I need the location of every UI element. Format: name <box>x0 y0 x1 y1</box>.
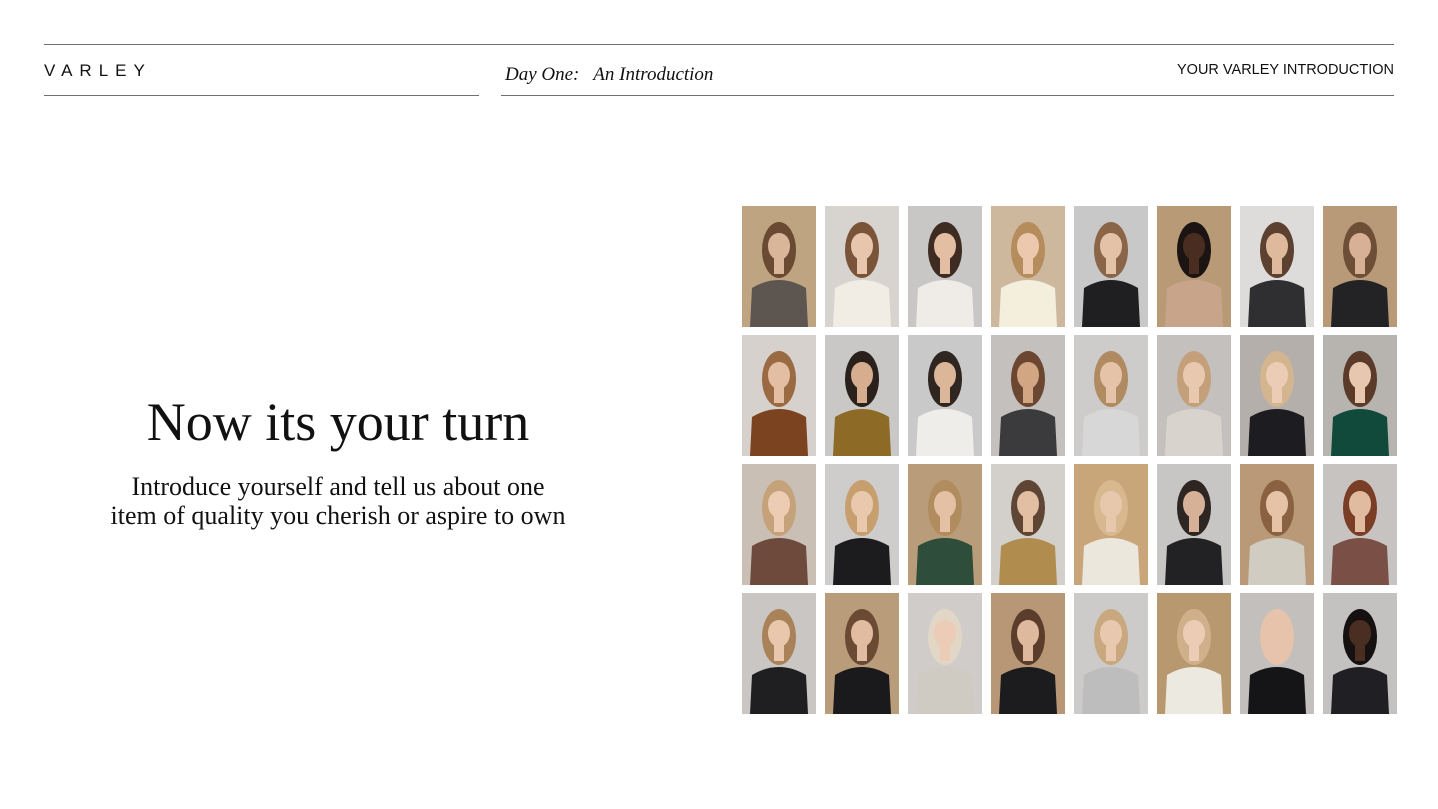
portrait-image <box>1157 206 1231 327</box>
portrait-image <box>1157 464 1231 585</box>
portrait-image <box>908 464 982 585</box>
portrait-image <box>742 335 816 456</box>
header-left-rule <box>44 95 479 96</box>
header-top-rule <box>44 44 1394 45</box>
portrait-image <box>991 593 1065 714</box>
portrait-photo <box>1074 206 1148 327</box>
portrait-photo <box>1323 206 1397 327</box>
portrait-image <box>991 464 1065 585</box>
varley-logo[interactable]: VARLEY <box>44 61 152 81</box>
portrait-image <box>1323 464 1397 585</box>
portrait-photo <box>908 593 982 714</box>
portrait-photo <box>1157 593 1231 714</box>
portrait-image <box>991 206 1065 327</box>
portrait-image <box>1074 464 1148 585</box>
page-subtitle: Day One: An Introduction <box>505 64 714 85</box>
portrait-photo <box>908 206 982 327</box>
portrait-image <box>1240 335 1314 456</box>
portrait-photo <box>825 593 899 714</box>
portrait-photo <box>991 593 1065 714</box>
portrait-image <box>825 464 899 585</box>
portrait-image <box>1074 335 1148 456</box>
portrait-image <box>908 335 982 456</box>
section-tag: YOUR VARLEY INTRODUCTION <box>1177 62 1394 78</box>
team-photo-grid <box>742 206 1397 714</box>
portrait-image <box>1157 335 1231 456</box>
portrait-photo <box>1323 593 1397 714</box>
portrait-photo <box>742 206 816 327</box>
portrait-image <box>908 206 982 327</box>
portrait-image <box>991 335 1065 456</box>
portrait-photo <box>1074 593 1148 714</box>
portrait-photo <box>742 335 816 456</box>
portrait-image <box>825 335 899 456</box>
portrait-photo <box>1323 335 1397 456</box>
portrait-image <box>1074 593 1148 714</box>
portrait-photo <box>1240 464 1314 585</box>
portrait-photo <box>1157 206 1231 327</box>
portrait-photo <box>742 464 816 585</box>
portrait-image <box>1323 206 1397 327</box>
portrait-image <box>825 206 899 327</box>
portrait-photo <box>825 335 899 456</box>
portrait-photo <box>1323 464 1397 585</box>
portrait-photo <box>1240 593 1314 714</box>
portrait-photo <box>1240 206 1314 327</box>
portrait-image <box>742 464 816 585</box>
portrait-photo <box>908 464 982 585</box>
portrait-image <box>1157 593 1231 714</box>
portrait-image <box>742 593 816 714</box>
portrait-image <box>1240 464 1314 585</box>
portrait-photo <box>1074 464 1148 585</box>
portrait-photo <box>991 206 1065 327</box>
portrait-photo <box>825 206 899 327</box>
portrait-image <box>1323 335 1397 456</box>
intro-prompt: Introduce yourself and tell us about one… <box>110 472 566 530</box>
portrait-image <box>825 593 899 714</box>
header-right-rule <box>501 95 1394 96</box>
portrait-image <box>1240 593 1314 714</box>
portrait-photo <box>825 464 899 585</box>
portrait-photo <box>1074 335 1148 456</box>
portrait-image <box>1323 593 1397 714</box>
portrait-image <box>742 206 816 327</box>
headline: Now its your turn <box>146 392 530 452</box>
portrait-image <box>908 593 982 714</box>
portrait-image <box>1074 206 1148 327</box>
portrait-photo <box>742 593 816 714</box>
portrait-photo <box>1157 464 1231 585</box>
portrait-photo <box>991 464 1065 585</box>
portrait-photo <box>1157 335 1231 456</box>
portrait-photo <box>1240 335 1314 456</box>
portrait-photo <box>991 335 1065 456</box>
portrait-photo <box>908 335 982 456</box>
portrait-image <box>1240 206 1314 327</box>
